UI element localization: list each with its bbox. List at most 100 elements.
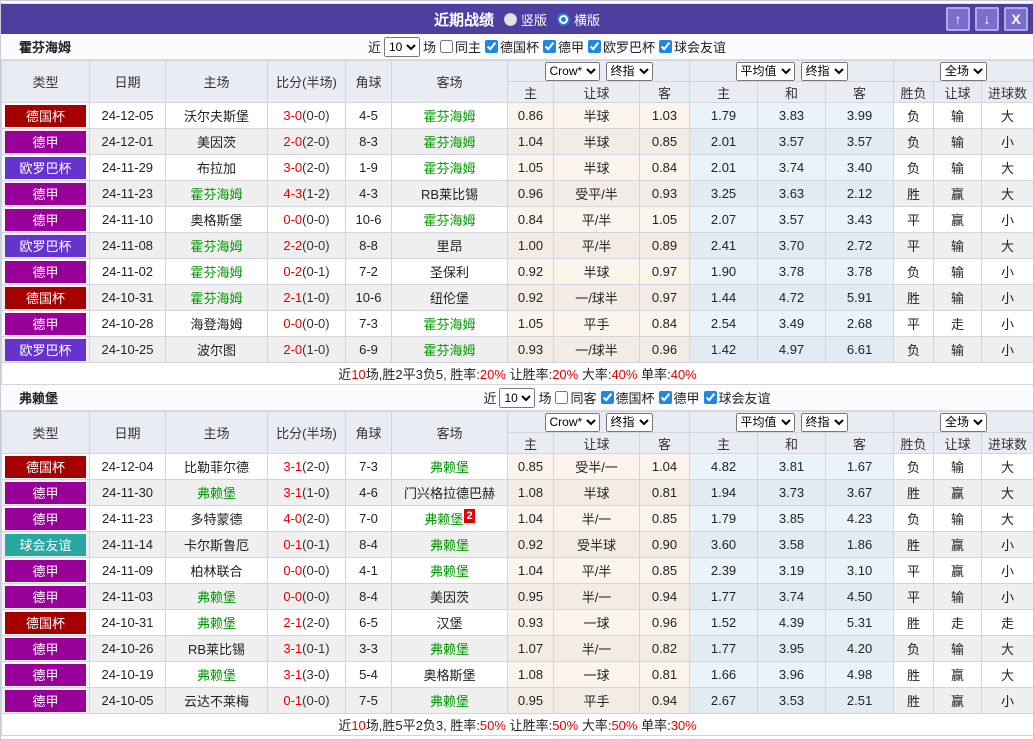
match-score: 2-0(2-0) [267,128,346,155]
full-time-score: 4-0 [283,511,303,526]
away-team-name: 里昂 [436,239,463,254]
away-team-name: 弗赖堡 [429,460,469,475]
half-time-score: (2-0) [302,511,330,526]
euro-phase-select[interactable]: 终指 [800,61,848,81]
eu-away-odds: 2.72 [825,232,895,259]
result-wdl: 负 [893,635,935,662]
sub-column-header: 让球 [933,432,983,454]
ah-line: 一球 [553,661,640,688]
match-type-badge: 德甲 [5,182,86,205]
same-venue-filter[interactable]: 同主 [439,37,481,56]
ah-line: 半球 [553,102,640,129]
competition-checkbox[interactable] [703,391,717,404]
corner-count: 6-5 [345,609,392,636]
close-icon: X [1011,11,1021,27]
competition-filter-0[interactable]: 德国杯 [484,37,539,56]
match-score: 2-1(2-0) [267,609,346,636]
handicap-source-select[interactable]: Crow* [544,61,600,81]
corner-count: 5-4 [345,661,392,688]
sub-column-header: 主 [689,81,759,103]
home-team: 比勒菲尔德 [165,453,268,480]
same-venue-checkbox[interactable] [555,391,569,404]
competition-filter-3[interactable]: 球会友谊 [658,37,726,56]
home-team-name: 弗赖堡 [196,616,236,631]
competition-checkbox[interactable] [484,40,498,53]
euro-source-select[interactable]: 平均值 [735,412,795,432]
match-date: 24-10-31 [89,609,166,636]
home-team-name: 弗赖堡 [196,590,236,605]
away-team-name: 霍芬海姆 [423,135,476,150]
scroll-down-button[interactable]: ↓ [975,7,999,31]
result-wdl: 胜 [893,687,935,714]
radio-unselected-icon [503,12,517,26]
match-score: 0-0(0-0) [267,583,346,610]
layout-radio-horizontal[interactable]: 横版 [557,10,600,29]
summary-segment: 30% [670,718,697,733]
ah-home-odds: 1.08 [507,661,554,688]
away-team: 里昂 [391,232,508,259]
result-wdl: 平 [893,206,935,233]
games-label: 场 [538,391,552,406]
match-type-badge: 球会友谊 [5,533,86,556]
column-header: 日期 [89,411,166,454]
ah-home-odds: 0.86 [507,102,554,129]
scope-select[interactable]: 全场 [940,61,988,81]
scroll-up-button[interactable]: ↑ [946,7,970,31]
away-team: 霍芬海姆 [391,310,508,337]
ah-home-odds: 1.00 [507,232,554,259]
summary-segment: 10 [351,367,366,382]
ah-away-odds: 0.90 [638,531,691,558]
match-type-cell: 德甲 [1,583,90,610]
match-score: 0-0(0-0) [267,557,346,584]
match-date: 24-11-09 [89,557,166,584]
result-wdl: 胜 [893,284,935,311]
half-time-score: (0-0) [302,563,330,578]
same-venue-filter[interactable]: 同客 [554,388,597,407]
competition-checkbox[interactable] [659,40,673,53]
competition-filter-1[interactable]: 德甲 [658,388,700,407]
down-arrow-icon: ↓ [983,11,991,27]
competition-checkbox[interactable] [600,391,614,404]
full-time-score: 2-1 [283,290,303,305]
euro-phase-select[interactable]: 终指 [800,412,848,432]
away-team: 弗赖堡 2 [391,505,508,532]
match-date: 24-10-25 [89,336,166,363]
match-score: 0-2(0-1) [267,258,346,285]
euro-source-select[interactable]: 平均值 [735,61,795,81]
competition-filter-2[interactable]: 欧罗巴杯 [587,37,655,56]
away-team-name: 门兴格拉德巴赫 [403,486,495,501]
match-count-select[interactable]: 10 [499,387,536,408]
competition-filter-0[interactable]: 德国杯 [600,388,655,407]
layout-radio-vertical[interactable]: 竖版 [503,10,547,29]
away-team-name: 弗赖堡 [429,538,469,553]
competition-filter-2[interactable]: 球会友谊 [703,388,771,407]
competition-checkbox[interactable] [588,40,602,53]
competition-checkbox[interactable] [543,40,556,53]
handicap-source-select[interactable]: Crow* [544,412,600,432]
column-header: 客场 [391,411,508,454]
match-count-select[interactable]: 10 [383,36,420,57]
away-team-name: 霍芬海姆 [423,109,476,124]
ah-home-odds: 0.92 [507,531,554,558]
match-type-badge: 欧罗巴杯 [5,234,86,257]
same-venue-checkbox[interactable] [439,40,453,53]
competition-label: 德甲 [673,391,700,406]
result-handicap: 走 [933,609,983,636]
table-row: 球会友谊 24-11-14 卡尔斯鲁厄 0-1(0-1) 8-4 弗赖堡 0.92 受半球 0.… [1,531,1033,558]
match-type-cell: 德甲 [1,128,90,155]
competition-filter-1[interactable]: 德甲 [542,37,584,56]
home-team: 霍芬海姆 [165,258,268,285]
match-date: 24-11-02 [89,258,166,285]
eu-home-odds: 1.44 [689,284,759,311]
home-team-name: 霍芬海姆 [190,187,243,202]
full-time-score: 4-3 [283,186,303,201]
scope-select[interactable]: 全场 [940,412,988,432]
close-button[interactable]: X [1004,7,1028,31]
handicap-phase-select[interactable]: 终指 [605,61,653,81]
sub-column-header: 让球 [553,432,640,454]
eu-home-odds: 1.77 [689,583,759,610]
eu-draw-odds: 3.49 [757,310,827,337]
handicap-phase-select[interactable]: 终指 [605,412,653,432]
ah-line: 受半/一 [553,453,640,480]
competition-checkbox[interactable] [658,391,672,404]
